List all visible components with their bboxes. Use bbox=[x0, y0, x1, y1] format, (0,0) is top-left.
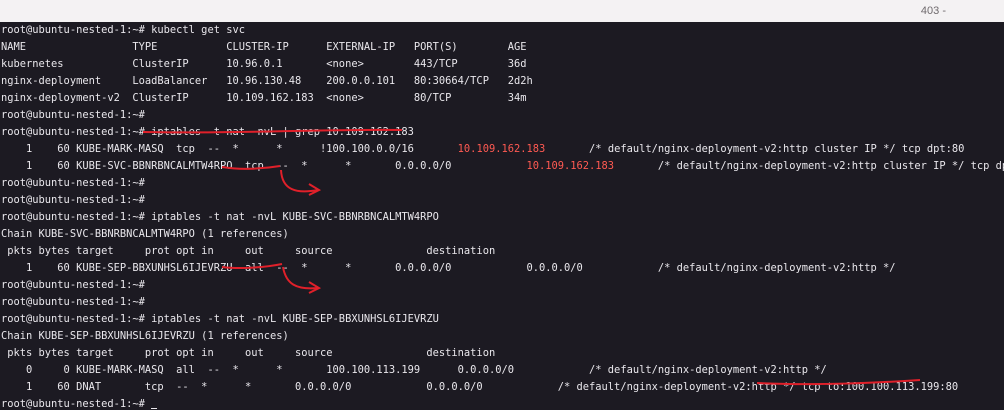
grep-result-prefix: 1 60 KUBE-SVC-BBNRBNCALMTW4RPO tcp -- * … bbox=[1, 160, 527, 172]
terminal-line: root@ubuntu-nested-1:~# bbox=[1, 296, 145, 308]
terminal-line: NAME TYPE CLUSTER-IP EXTERNAL-IP PORT(S)… bbox=[1, 41, 527, 53]
terminal-line: root@ubuntu-nested-1:~# bbox=[1, 109, 145, 121]
grep-result-prefix: 1 60 KUBE-MARK-MASQ tcp -- * * !100.100.… bbox=[1, 143, 458, 155]
terminal-line: Chain KUBE-SEP-BBXUNHSL6IJEVRZU (1 refer… bbox=[1, 330, 289, 342]
page-number: 403 - bbox=[920, 5, 946, 17]
grep-result-suffix: /* default/nginx-deployment-v2:http clus… bbox=[614, 160, 1004, 172]
terminal-line: root@ubuntu-nested-1:~# iptables -t nat … bbox=[1, 126, 414, 138]
terminal-prompt-line[interactable]: root@ubuntu-nested-1:~# bbox=[1, 396, 158, 410]
terminal-line: nginx-deployment LoadBalancer 10.96.130.… bbox=[1, 75, 533, 87]
terminal-line: root@ubuntu-nested-1:~# bbox=[1, 177, 145, 189]
grep-result-line: 1 60 KUBE-MARK-MASQ tcp -- * * !100.100.… bbox=[1, 141, 964, 158]
terminal-line: root@ubuntu-nested-1:~# iptables -t nat … bbox=[1, 313, 439, 325]
terminal-line: 1 60 DNAT tcp -- * * 0.0.0.0/0 0.0.0.0/0… bbox=[1, 381, 959, 393]
terminal-line: 0 0 KUBE-MARK-MASQ all -- * * 100.100.11… bbox=[1, 364, 827, 376]
terminal-line: pkts bytes target prot opt in out source… bbox=[1, 347, 496, 359]
terminal-line: root@ubuntu-nested-1:~# bbox=[1, 194, 145, 206]
prompt: root@ubuntu-nested-1:~# bbox=[1, 398, 152, 410]
terminal-line: pkts bytes target prot opt in out source… bbox=[1, 245, 496, 257]
top-bar: 403 - bbox=[0, 0, 1004, 22]
cursor bbox=[151, 400, 158, 409]
grep-result-line: 1 60 KUBE-SVC-BBNRBNCALMTW4RPO tcp -- * … bbox=[1, 158, 1004, 175]
terminal-line: kubernetes ClusterIP 10.96.0.1 <none> 44… bbox=[1, 58, 527, 70]
terminal-line: root@ubuntu-nested-1:~# iptables -t nat … bbox=[1, 211, 439, 223]
terminal-line: 1 60 KUBE-SEP-BBXUNHSL6IJEVRZU all -- * … bbox=[1, 262, 896, 274]
highlighted-ip: 10.109.162.183 bbox=[457, 143, 546, 155]
terminal-line: root@ubuntu-nested-1:~# bbox=[1, 279, 145, 291]
terminal-line: Chain KUBE-SVC-BBNRBNCALMTW4RPO (1 refer… bbox=[1, 228, 289, 240]
terminal-line: root@ubuntu-nested-1:~# kubectl get svc bbox=[1, 24, 245, 36]
grep-result-suffix: /* default/nginx-deployment-v2:http clus… bbox=[545, 143, 965, 155]
terminal-line: nginx-deployment-v2 ClusterIP 10.109.162… bbox=[1, 92, 527, 104]
terminal[interactable]: root@ubuntu-nested-1:~# kubectl get svc … bbox=[0, 22, 1004, 410]
highlighted-ip: 10.109.162.183 bbox=[526, 160, 615, 172]
